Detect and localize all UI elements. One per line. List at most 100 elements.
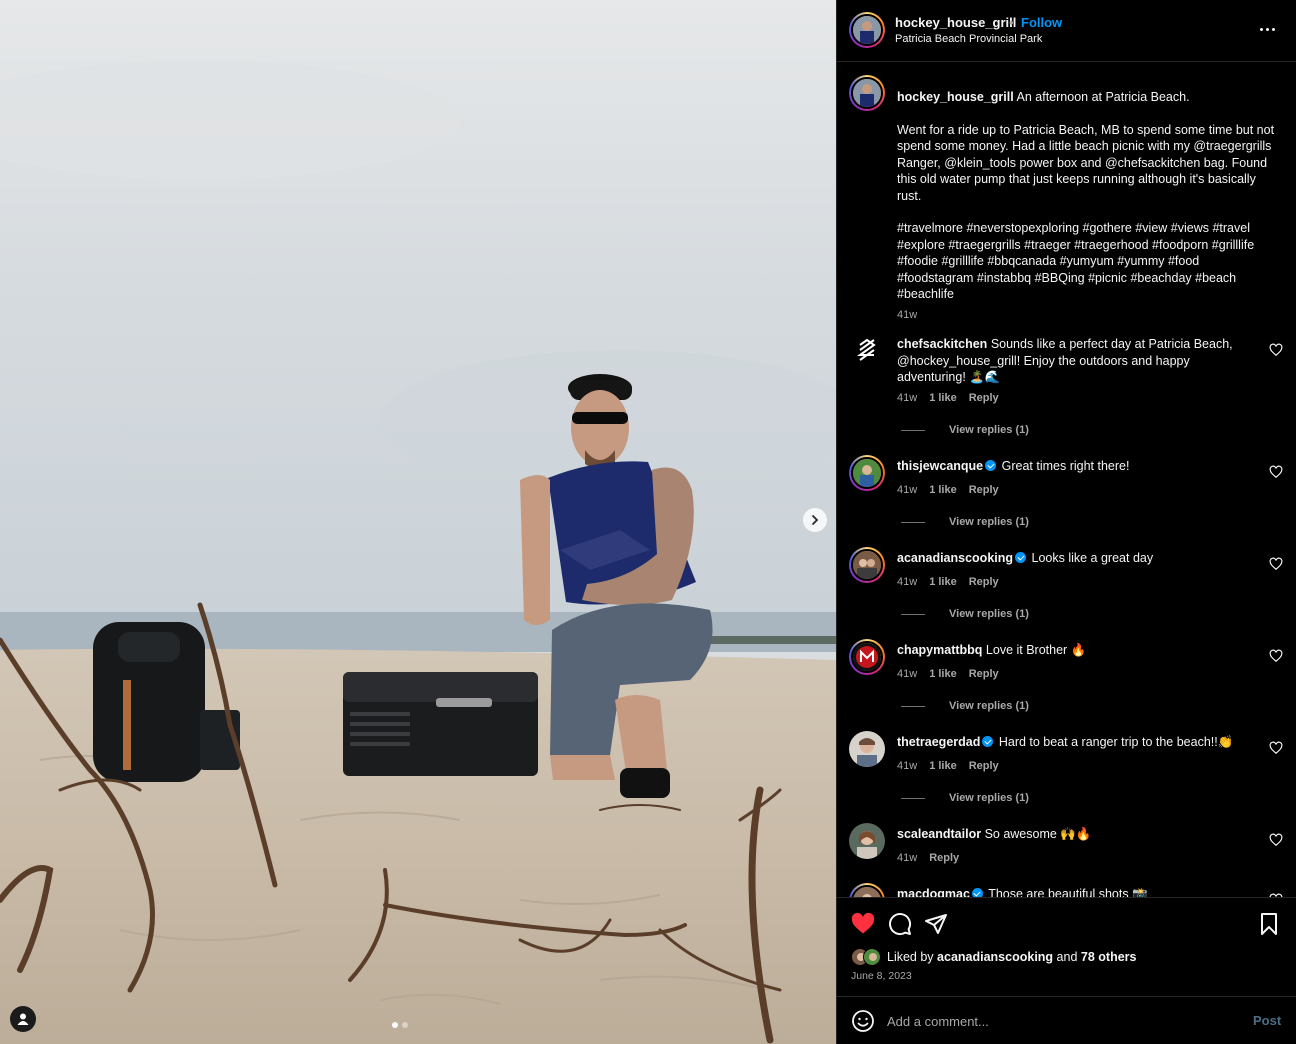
comment-text: Hard to beat a ranger trip to the beach!…	[998, 735, 1234, 749]
reply-button[interactable]: Reply	[969, 484, 999, 496]
emoji-icon[interactable]	[851, 1009, 875, 1033]
reply-button[interactable]: Reply	[929, 852, 959, 864]
comment-avatar[interactable]	[849, 639, 885, 675]
caption-body: Went for a ride up to Patricia Beach, MB…	[897, 122, 1275, 203]
comment-text: Love it Brother 🔥	[985, 643, 1087, 657]
liker-avatar	[863, 948, 881, 966]
comment-username[interactable]: acanadianscooking	[897, 551, 1013, 565]
post-date[interactable]: June 8, 2023	[851, 970, 912, 982]
comment-username[interactable]: macdogmac	[897, 887, 970, 897]
reply-button[interactable]: Reply	[969, 576, 999, 588]
comment-meta: 41w 1 like Reply	[897, 576, 999, 588]
heart-icon[interactable]	[1269, 343, 1283, 357]
comment-likes[interactable]: 1 like	[929, 576, 957, 588]
liked-by-user[interactable]: acanadianscooking	[937, 950, 1053, 964]
user-icon	[17, 1013, 29, 1025]
caption-avatar[interactable]	[849, 75, 885, 111]
heart-icon[interactable]	[1269, 649, 1283, 663]
comment-text: Great times right there!	[1001, 459, 1130, 473]
comment-meta: 41w 1 like Reply	[897, 484, 999, 496]
comment-avatar[interactable]	[849, 731, 885, 767]
caption-timestamp[interactable]: 41w	[897, 309, 917, 321]
post-details-panel: hockey_house_grill • Follow Patricia Bea…	[836, 0, 1296, 1044]
comment-avatar[interactable]	[849, 455, 885, 491]
caption-title: An afternoon at Patricia Beach.	[1016, 90, 1190, 104]
comment-meta: 41w 1 like Reply	[897, 760, 999, 772]
liked-by-and: and	[1056, 950, 1078, 964]
comment-username[interactable]: scaleandtailor	[897, 827, 981, 841]
comment-timestamp[interactable]: 41w	[897, 576, 917, 588]
caption-username[interactable]: hockey_house_grill	[897, 90, 1014, 104]
view-replies-button[interactable]: View replies (1)	[901, 424, 1029, 436]
comment-timestamp[interactable]: 41w	[897, 392, 917, 404]
comment-icon[interactable]	[888, 912, 912, 936]
comment-meta: 41w 1 like Reply	[897, 668, 999, 680]
save-bookmark-icon[interactable]	[1257, 912, 1281, 936]
share-icon[interactable]	[924, 912, 948, 936]
verified-badge-icon	[982, 736, 994, 747]
comment-text: Looks like a great day	[1031, 551, 1154, 565]
verified-badge-icon	[971, 888, 983, 897]
likes-summary: Liked by acanadianscooking and 78 others	[851, 948, 1136, 966]
comment-avatar[interactable]	[849, 823, 885, 859]
separator-dot: •	[1009, 15, 1014, 30]
chefsac-logo-icon	[849, 333, 885, 369]
verified-badge-icon	[985, 460, 997, 471]
comment-text: So awesome 🙌🔥	[984, 827, 1092, 841]
post-comment-button[interactable]: Post	[1253, 1013, 1281, 1028]
post-photo[interactable]	[0, 0, 836, 1044]
liked-by-others[interactable]: 78 others	[1081, 950, 1137, 964]
comment-avatar[interactable]	[849, 883, 885, 897]
reply-button[interactable]: Reply	[969, 760, 999, 772]
carousel-dot-active	[392, 1022, 398, 1028]
author-avatar[interactable]	[849, 12, 885, 48]
heart-icon[interactable]	[1269, 741, 1283, 755]
heart-icon[interactable]	[1269, 557, 1283, 571]
add-comment-bar: Post	[837, 996, 1296, 1044]
view-replies-label: View replies (1)	[949, 608, 1029, 620]
tagged-users-button[interactable]	[10, 1006, 36, 1032]
author-username[interactable]: hockey_house_grill	[895, 15, 1016, 30]
carousel-dot	[402, 1022, 408, 1028]
heart-icon[interactable]	[1269, 833, 1283, 847]
comment-username[interactable]: thetraegerdad	[897, 735, 980, 749]
comment-likes[interactable]: 1 like	[929, 392, 957, 404]
comment-input[interactable]	[887, 1009, 1227, 1033]
comment-text: Those are beautiful shots 📸	[988, 887, 1148, 897]
view-replies-label: View replies (1)	[949, 700, 1029, 712]
comment-timestamp[interactable]: 41w	[897, 760, 917, 772]
view-replies-label: View replies (1)	[949, 792, 1029, 804]
reply-button[interactable]: Reply	[969, 392, 999, 404]
view-replies-button[interactable]: View replies (1)	[901, 792, 1029, 804]
post-actions: Liked by acanadianscooking and 78 others…	[837, 897, 1296, 997]
view-replies-button[interactable]: View replies (1)	[901, 516, 1029, 528]
comment-meta: 41w Reply	[897, 852, 959, 864]
view-replies-button[interactable]: View replies (1)	[901, 608, 1029, 620]
more-options-icon[interactable]	[1255, 18, 1279, 40]
comment-username[interactable]: chapymattbbq	[897, 643, 982, 657]
comment-avatar[interactable]	[849, 333, 885, 369]
next-photo-button[interactable]	[803, 508, 827, 532]
view-replies-button[interactable]: View replies (1)	[901, 700, 1029, 712]
caption-hashtags[interactable]: #travelmore #neverstopexploring #gothere…	[897, 220, 1277, 303]
comment-likes[interactable]: 1 like	[929, 484, 957, 496]
comment-username[interactable]: thisjewcanque	[897, 459, 983, 473]
comment-meta: 41w 1 like Reply	[897, 392, 999, 404]
comment-username[interactable]: chefsackitchen	[897, 337, 987, 351]
chevron-right-icon	[812, 515, 819, 525]
comment-likes[interactable]: 1 like	[929, 668, 957, 680]
post-location[interactable]: Patricia Beach Provincial Park	[895, 33, 1042, 45]
heart-icon[interactable]	[1269, 465, 1283, 479]
comment-timestamp[interactable]: 41w	[897, 484, 917, 496]
comment-avatar[interactable]	[849, 547, 885, 583]
comment-timestamp[interactable]: 41w	[897, 668, 917, 680]
reply-button[interactable]: Reply	[969, 668, 999, 680]
comment-timestamp[interactable]: 41w	[897, 852, 917, 864]
follow-button[interactable]: Follow	[1021, 15, 1062, 30]
comment-likes[interactable]: 1 like	[929, 760, 957, 772]
post-header: hockey_house_grill • Follow Patricia Bea…	[837, 0, 1296, 62]
view-replies-label: View replies (1)	[949, 424, 1029, 436]
comments-scroll-area[interactable]: hockey_house_grill An afternoon at Patri…	[837, 63, 1296, 897]
liked-by-prefix: Liked by	[887, 950, 934, 964]
like-heart-icon[interactable]	[851, 912, 875, 936]
